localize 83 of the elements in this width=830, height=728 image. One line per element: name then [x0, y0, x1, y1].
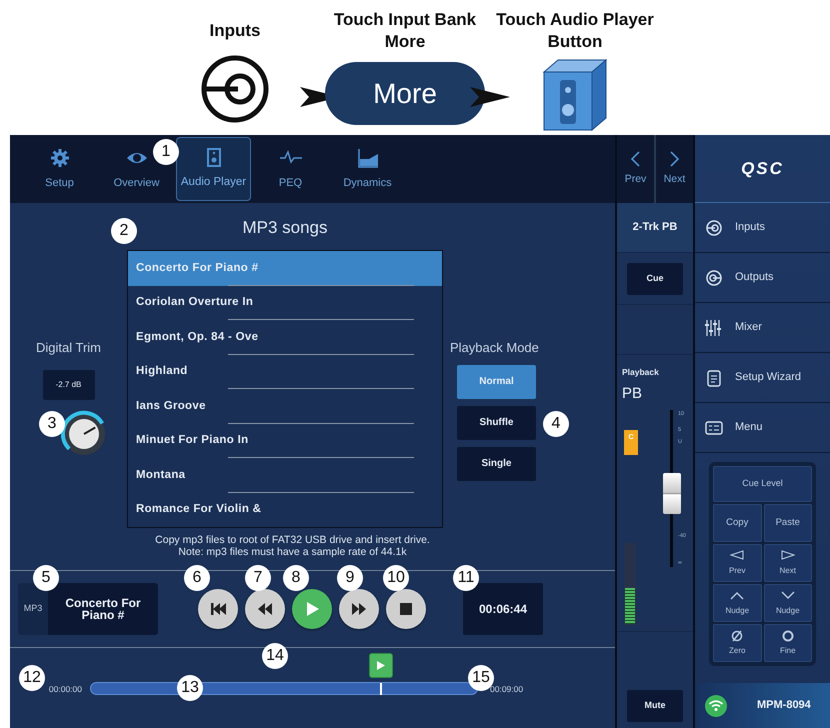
next-button[interactable]: Next — [656, 135, 693, 203]
section-label: Playback — [622, 366, 659, 379]
clipboard-icon — [705, 368, 723, 386]
key-button[interactable]: Paste — [764, 504, 812, 542]
play-icon — [376, 661, 384, 670]
stop-button[interactable] — [386, 589, 426, 629]
more-button[interactable]: More — [325, 62, 485, 125]
note-text: Copy mp3 files to root of FAT32 USB drive and insert drive. — [154, 534, 431, 546]
nav-item[interactable]: Mixer — [695, 303, 830, 353]
nav-item[interactable]: Setup Wizard — [695, 353, 830, 403]
output-icon — [705, 268, 723, 286]
song-item[interactable]: Montana — [128, 458, 442, 492]
note-text: Note: mp3 files must have a sample rate of 44.1k — [177, 546, 408, 558]
mute-button[interactable]: Mute — [627, 690, 683, 722]
song-item[interactable]: Romance For Violin & — [128, 492, 442, 527]
chevron-right-icon — [668, 150, 681, 168]
end-time: 00:09:00 — [490, 683, 524, 696]
tab[interactable]: Dynamics — [330, 137, 405, 201]
trim-knob[interactable] — [60, 410, 108, 458]
song-item[interactable]: Coriolan Overture In — [128, 286, 442, 320]
input-icon — [705, 218, 723, 236]
key-button[interactable]: Copy — [713, 504, 762, 542]
list-title: MP3 songs — [241, 217, 329, 239]
triangle-right-icon — [780, 550, 795, 562]
input-icon — [200, 54, 270, 124]
step-title: Touch Input Bank More — [332, 8, 478, 53]
skip-back-icon — [210, 601, 226, 617]
tab[interactable]: Audio Player — [176, 137, 251, 201]
nav-item[interactable]: Menu — [695, 403, 830, 453]
mode-label: Playback Mode — [450, 339, 539, 357]
rewind-icon — [257, 601, 273, 617]
chevron-up-icon — [730, 590, 744, 602]
tab[interactable]: Setup — [22, 137, 97, 201]
device-name: MPM-8094 — [757, 698, 811, 714]
key-button[interactable]: Next — [764, 544, 812, 582]
song-item[interactable]: Highland — [128, 354, 442, 389]
ring-icon — [780, 630, 795, 642]
arrow-icon — [470, 85, 510, 109]
nav-item[interactable]: Outputs — [695, 253, 830, 303]
track-title: Concerto For Piano # — [48, 583, 158, 635]
song-item[interactable]: Egmont, Op. 84 - Ove — [128, 320, 442, 354]
tab-icon — [356, 146, 378, 169]
mode-button[interactable]: Shuffle — [457, 406, 536, 440]
speaker-cube-icon — [540, 58, 610, 132]
key-button[interactable]: Prev — [713, 544, 762, 582]
key-button[interactable]: Nudge — [764, 584, 812, 622]
fast-forward-icon — [351, 601, 367, 617]
menu-icon — [705, 418, 723, 436]
trim-label: Digital Trim — [36, 339, 101, 357]
chevron-down-icon — [780, 590, 795, 602]
play-icon — [304, 601, 320, 617]
step-title: Touch Audio Player Button — [495, 8, 655, 53]
skip-back-button[interactable] — [198, 589, 238, 629]
format-label: MP3 — [18, 583, 48, 635]
song-item[interactable]: Minuet For Piano In — [128, 424, 442, 458]
key-button[interactable]: Fine — [764, 624, 812, 662]
channel-short-name: PB — [622, 384, 642, 404]
play-button[interactable] — [292, 589, 332, 629]
logo: QSC — [695, 135, 830, 203]
tab-icon — [48, 146, 70, 169]
fast-forward-button[interactable] — [339, 589, 379, 629]
cue-level-button[interactable]: Cue Level — [713, 466, 812, 502]
elapsed-time: 00:06:44 — [463, 583, 543, 635]
nav-item[interactable]: Inputs — [695, 203, 830, 253]
step-title: Inputs — [210, 20, 260, 42]
start-time: 00:00:00 — [48, 683, 83, 696]
rewind-button[interactable] — [245, 589, 285, 629]
song-item[interactable]: Ians Groove — [128, 389, 442, 424]
wifi-icon — [705, 694, 727, 716]
chevron-left-icon — [629, 150, 642, 168]
cue-button[interactable]: Cue — [627, 262, 683, 294]
triangle-left-icon — [730, 550, 744, 562]
stop-icon — [398, 601, 414, 617]
tab[interactable]: PEQ — [253, 137, 328, 201]
channel-name: 2-Trk PB — [617, 203, 693, 253]
key-button[interactable]: Nudge — [713, 584, 762, 622]
zero-icon — [730, 630, 744, 642]
key-button[interactable]: Zero — [713, 624, 762, 662]
playhead-handle[interactable] — [368, 653, 392, 678]
faders-icon — [705, 318, 723, 336]
trim-value: -2.7 dB — [42, 370, 94, 400]
fader-handle[interactable] — [663, 473, 681, 514]
mode-button[interactable]: Single — [457, 446, 536, 480]
